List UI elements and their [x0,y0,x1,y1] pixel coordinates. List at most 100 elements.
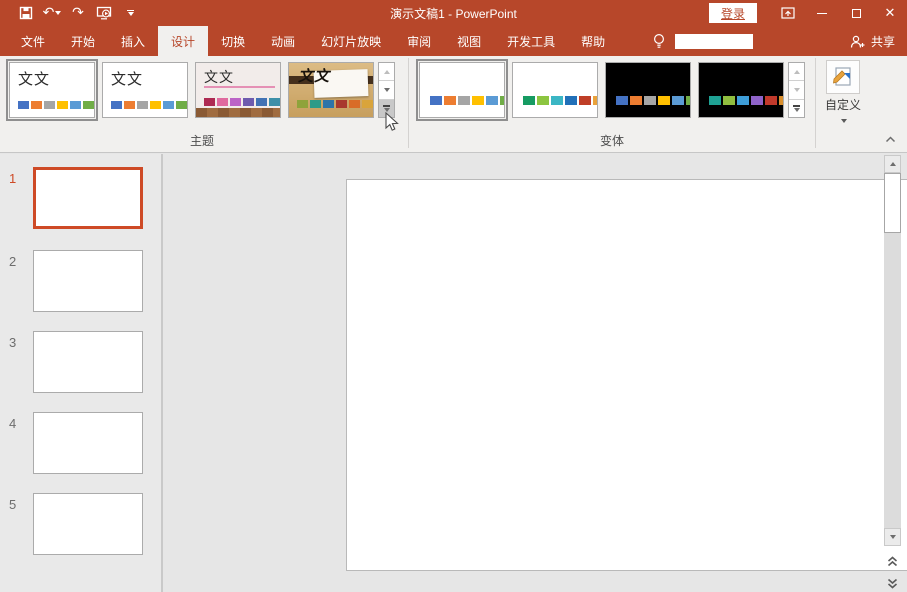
undo-icon: ↶ [43,6,55,20]
color-swatch [430,96,442,105]
themes-more-button[interactable] [379,100,394,117]
variant-item-2[interactable] [512,62,598,118]
variants-scroll-down-button[interactable] [789,81,804,99]
variants-more-button[interactable] [789,100,804,117]
ribbon-display-options-button[interactable] [771,0,805,26]
color-swatch [70,101,81,109]
variant-item-4[interactable] [698,62,784,118]
share-person-icon [849,34,866,49]
color-swatch [111,101,122,109]
theme-sample-text: 文文 [111,68,143,89]
tab-transitions[interactable]: 切换 [208,26,258,56]
slide-thumbnail-image[interactable] [33,331,143,393]
variant-color-swatches [430,96,505,105]
themes-scroll-down-button[interactable] [379,81,394,99]
vertical-scrollbar [884,155,901,592]
color-swatch [217,98,228,106]
minimize-button[interactable] [805,0,839,26]
variant-item-3[interactable] [605,62,691,118]
undo-dropdown-caret[interactable] [55,11,61,15]
scroll-down-icon [384,88,390,92]
color-swatch [737,96,749,105]
color-swatch [779,96,784,105]
color-swatch [137,101,148,109]
slide-thumbnail-image[interactable] [33,412,143,474]
color-swatch [565,96,577,105]
theme-color-swatches [204,98,280,106]
color-swatch [686,96,691,105]
ribbon-tab-row: 文件 开始 插入 设计 切换 动画 幻灯片放映 审阅 视图 开发工具 帮助 [0,26,907,56]
color-swatch [444,96,456,105]
tab-home[interactable]: 开始 [58,26,108,56]
scrollbar-thumb[interactable] [884,173,901,233]
variants-gallery-scroll [788,62,805,118]
slide-canvas[interactable] [346,179,907,571]
slide-editing-area [165,154,907,592]
color-swatch [269,98,280,106]
tab-file[interactable]: 文件 [8,26,58,56]
customize-qat-button[interactable] [118,2,142,24]
color-swatch [124,101,135,109]
slide-thumbnail-image[interactable] [33,250,143,312]
double-chevron-down-icon [887,578,898,589]
theme-item-4[interactable]: 文文 [288,62,374,118]
previous-slide-button[interactable] [884,554,901,569]
color-swatch [672,96,684,105]
tab-design[interactable]: 设计 [158,26,208,56]
tell-me-search-input[interactable] [675,34,753,49]
sign-in-button[interactable]: 登录 [709,3,757,23]
color-swatch [18,101,29,109]
tab-slideshow[interactable]: 幻灯片放映 [308,26,394,56]
theme-accent-line [204,86,275,88]
tab-insert[interactable]: 插入 [108,26,158,56]
undo-button[interactable]: ↶ [40,2,64,24]
color-swatch [323,100,334,108]
color-swatch [537,96,549,105]
color-swatch [256,98,267,106]
customize-button[interactable]: 自定义 [822,60,864,136]
close-button[interactable]: ✕ [873,0,907,26]
quick-access-toolbar: ↶ ↷ [0,2,142,24]
themes-scroll-up-button[interactable] [379,63,394,81]
tab-review[interactable]: 审阅 [394,26,444,56]
design-ribbon: 文文 文文 [0,56,907,153]
color-swatch [230,98,241,106]
color-swatch [616,96,628,105]
slide-number: 5 [9,497,16,512]
customize-label: 自定义 [825,98,861,112]
save-button[interactable] [14,2,38,24]
tab-developer[interactable]: 开发工具 [494,26,568,56]
tab-view[interactable]: 视图 [444,26,494,56]
tab-help[interactable]: 帮助 [568,26,618,56]
maximize-button[interactable] [839,0,873,26]
color-swatch [765,96,777,105]
theme-item-2[interactable]: 文文 [102,62,188,118]
color-swatch [204,98,215,106]
color-swatch [297,100,308,108]
color-swatch [472,96,484,105]
variants-scroll-up-button[interactable] [789,63,804,81]
theme-item-office[interactable]: 文文 [9,62,95,118]
color-swatch [310,100,321,108]
group-separator [408,58,409,148]
themes-gallery: 文文 文文 [9,62,374,118]
slide-thumbnail-image[interactable] [33,167,143,229]
slide-number: 4 [9,416,16,431]
redo-button[interactable]: ↷ [66,2,90,24]
next-slide-button[interactable] [884,576,901,591]
collapse-ribbon-button[interactable] [881,132,899,146]
start-slideshow-button[interactable] [92,2,116,24]
customize-icon [826,60,860,94]
variant-item-1[interactable] [419,62,505,118]
color-swatch [458,96,470,105]
theme-item-3[interactable]: 文文 [195,62,281,118]
scrollbar-up-button[interactable] [884,155,901,173]
chevron-up-icon [885,136,896,143]
sign-in-label: 登录 [721,5,745,22]
tab-animations[interactable]: 动画 [258,26,308,56]
share-button[interactable]: 共享 [849,33,895,50]
slide-thumbnail-image[interactable] [33,493,143,555]
scrollbar-down-button[interactable] [884,528,901,546]
color-swatch [723,96,735,105]
scroll-up-icon [384,70,390,74]
